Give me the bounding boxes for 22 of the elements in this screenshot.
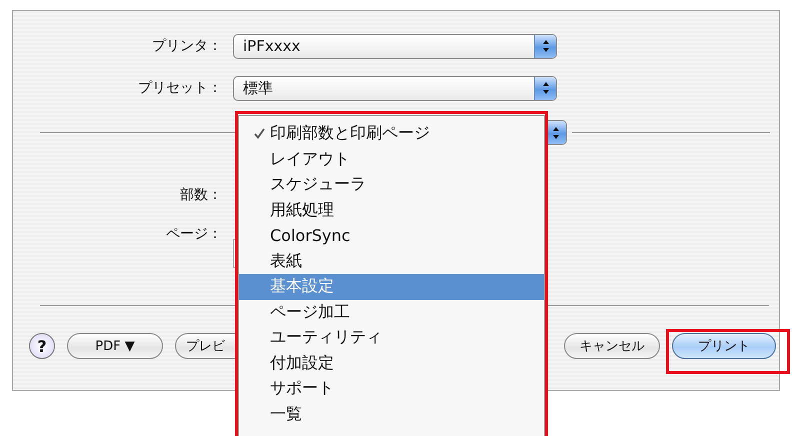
menu-item[interactable]: サポート	[239, 376, 544, 402]
dialog-button[interactable]: キャンセル	[564, 333, 660, 359]
menu-item[interactable]: ColorSync	[239, 223, 544, 248]
preset-popup[interactable]: 標準	[233, 76, 557, 100]
checkmark-icon	[254, 128, 265, 140]
menu-item[interactable]: 用紙処理	[239, 198, 544, 223]
menu-item[interactable]: ページ加工	[239, 300, 544, 325]
field-label: プリンタ：	[151, 37, 223, 55]
dialog-button[interactable]: PDF ▼	[67, 333, 163, 359]
field-label: ページ：	[165, 225, 223, 243]
field-label: 部数：	[179, 186, 223, 204]
stepper-arrows-icon	[534, 34, 556, 58]
stepper-arrows-icon	[534, 76, 556, 100]
menu-item[interactable]: 表紙	[239, 248, 544, 274]
help-button[interactable]: ?	[29, 333, 55, 359]
field-label: プリセット：	[137, 79, 223, 97]
print-button[interactable]: プリント	[672, 333, 776, 359]
menu-item[interactable]: レイアウト	[239, 146, 544, 172]
menu-item[interactable]: スケジューラ	[239, 172, 544, 198]
menu-item[interactable]: 一覧	[239, 402, 544, 427]
printer-popup[interactable]: iPFxxxx	[233, 34, 557, 58]
menu-item[interactable]: 印刷部数と印刷ページ	[239, 121, 544, 146]
